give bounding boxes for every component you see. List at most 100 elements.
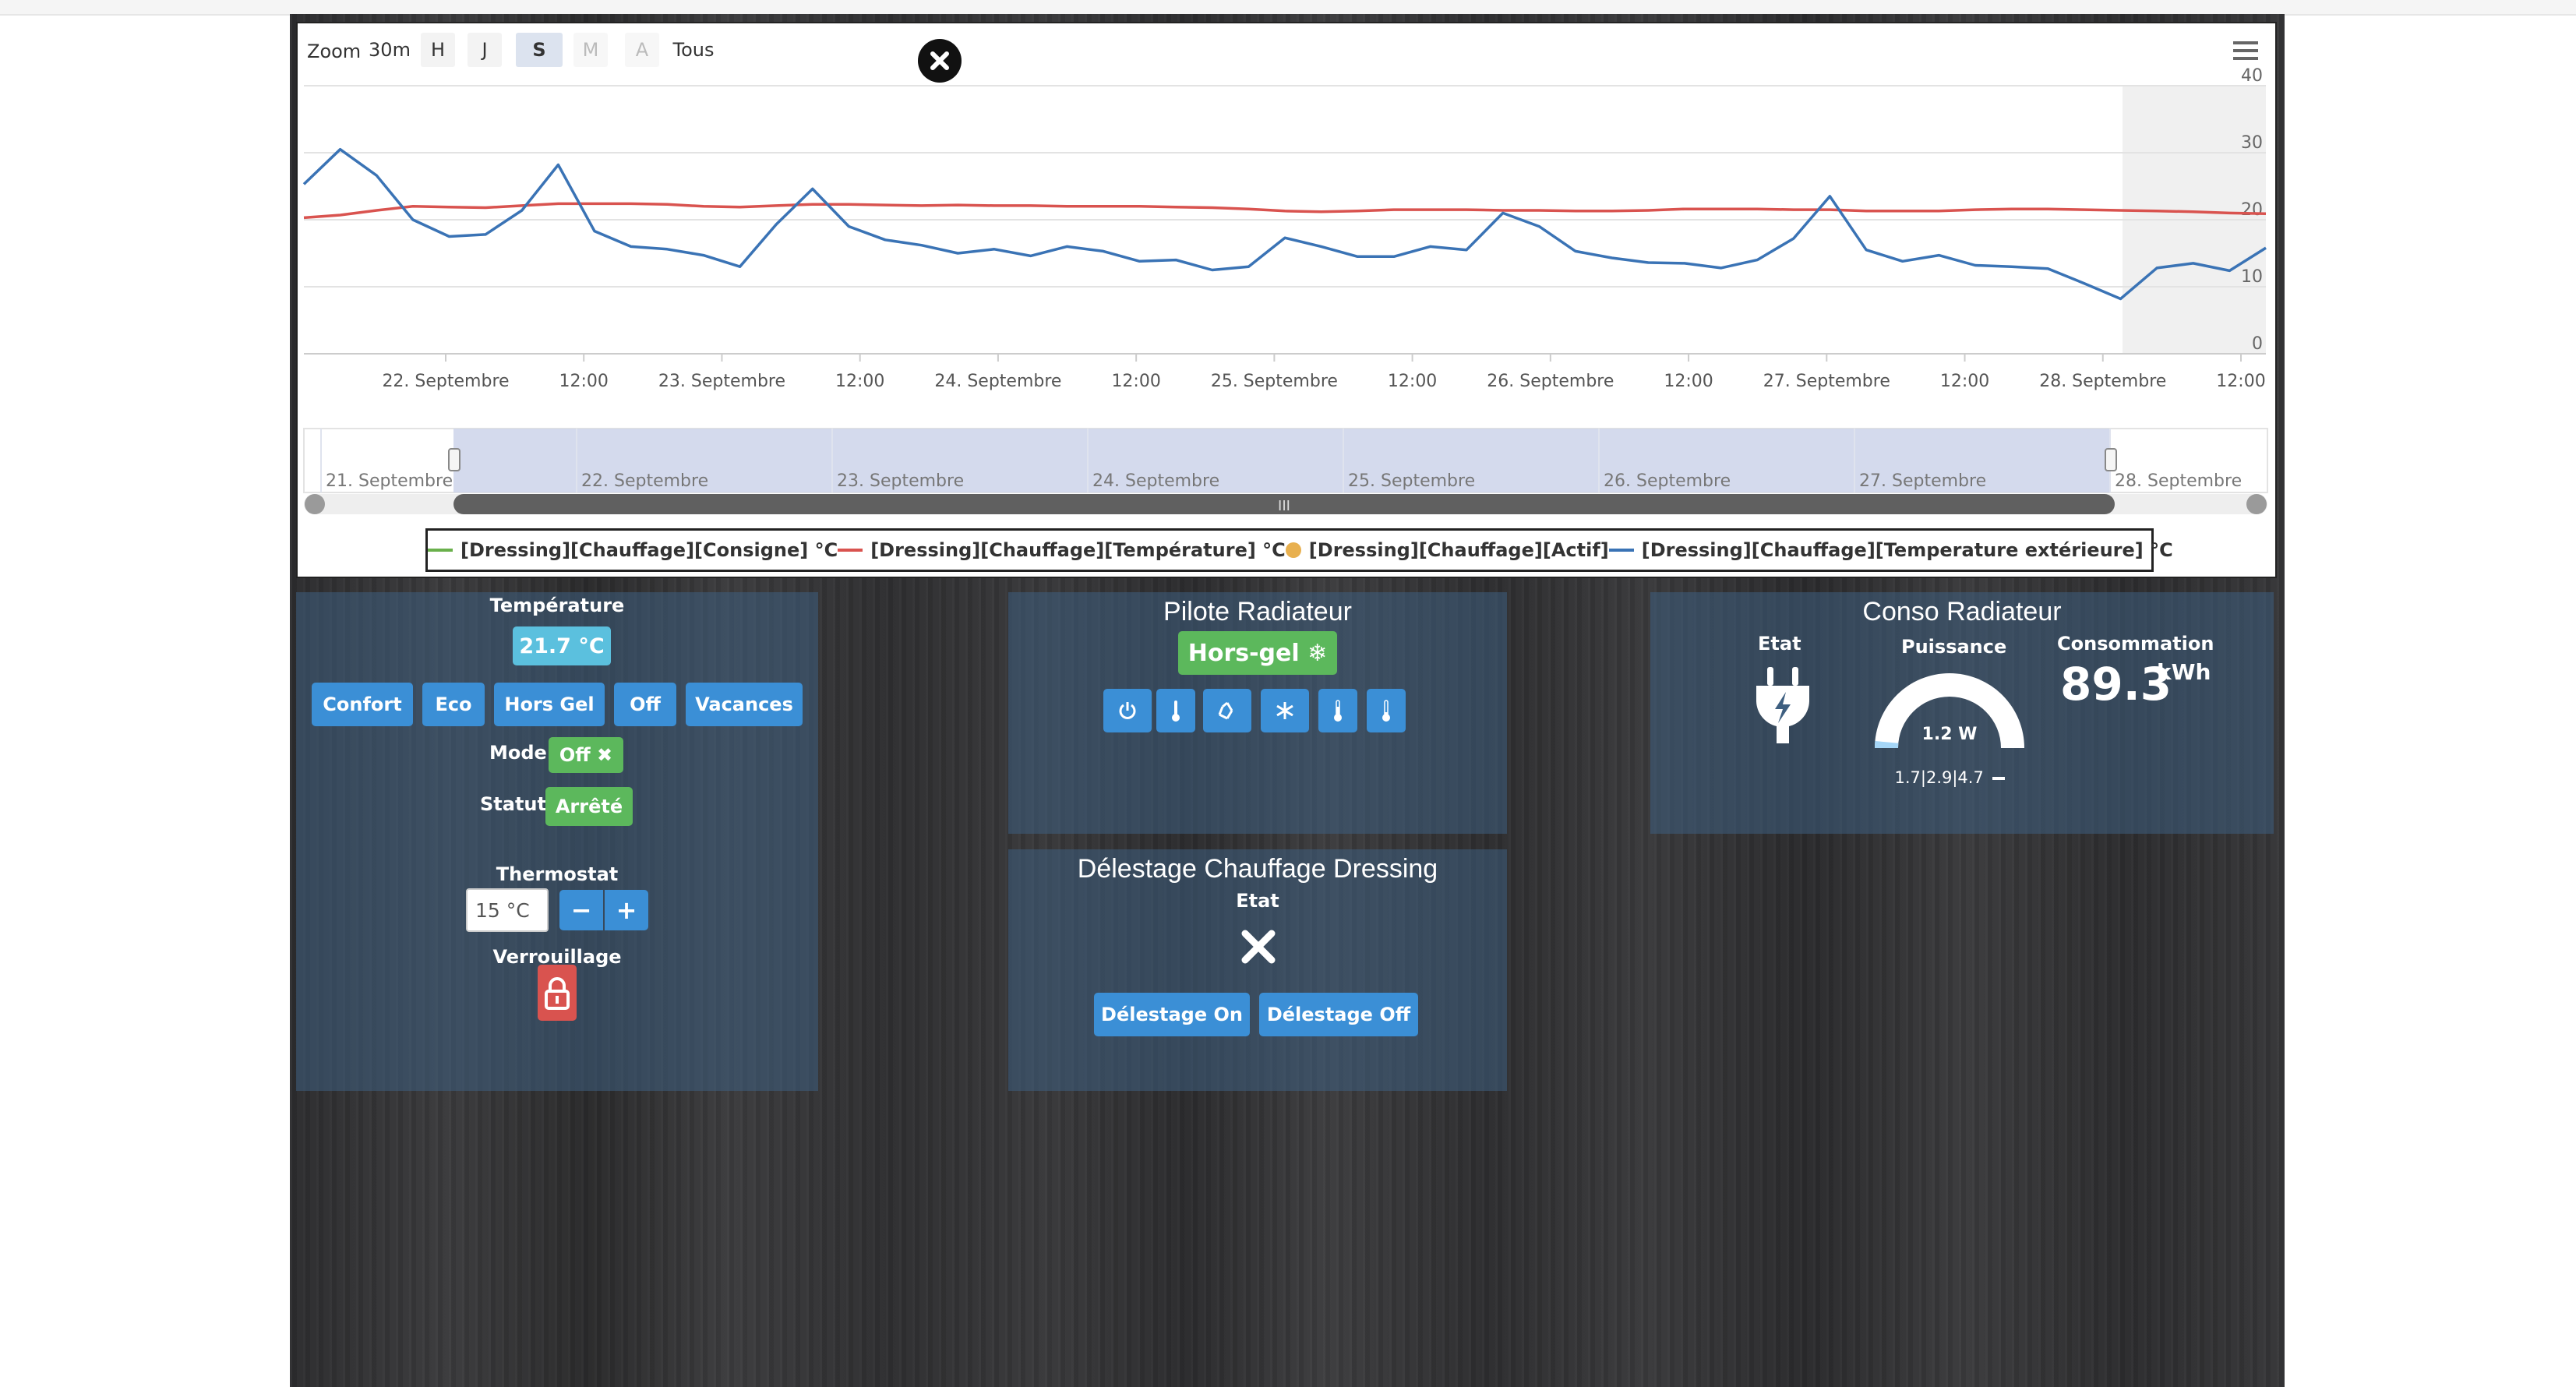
mode-status-badge: Off ✖ [549,737,623,773]
x-tick-label: 23. Septembre [658,372,785,391]
statut-badge: Arrêté [545,787,633,826]
conso-radiateur-panel: Conso Radiateur Etat Puissance 1.2 W 1.7… [1650,592,2274,834]
navigator-label: 21. Septembre [326,471,453,491]
x-tick-label: 27. Septembre [1763,372,1890,391]
pilote-status-badge: Hors-gel ❄ [1178,631,1337,675]
scrollbar-grip: III [1278,498,1290,514]
statut-label: Statut [480,793,546,815]
thermostat-input[interactable]: 15 °C [466,888,549,932]
y-tick-label: 20 [2241,200,2263,220]
navigator-label: 26. Septembre [1604,471,1731,491]
temperature-badge: 21.7 °C [513,626,611,665]
pilote-power-button[interactable] [1103,689,1152,732]
x-tick-label: 12:00 [559,372,609,391]
pilote-confort-2-button[interactable] [1367,689,1406,732]
navigator-label: 27. Septembre [1859,471,1986,491]
thermostat-label: Thermostat [496,863,619,885]
conso-etat-label: Etat [1758,633,1801,655]
legend-line-icon [1608,549,1634,552]
consommation-value: 89.3 [2060,658,2172,711]
plug-icon [1756,667,1809,743]
line-chart: 0 10 20 30 40 22. Septembre 12:00 23. Septembre… [302,66,2268,514]
navigator-right-handle [2105,448,2117,471]
browser-top-strip [0,0,2576,16]
recycle-icon [1218,701,1233,720]
delestage-title: Délestage Chauffage Dressing [1077,854,1438,884]
snowflake-icon [1276,702,1293,719]
y-tick-label: 30 [2241,133,2263,153]
thermometer-low-icon [1382,700,1390,722]
mode-hors-gel-button[interactable]: Hors Gel [494,683,605,726]
series-line-1 [302,147,2267,301]
thermostat-panel: Température 21.7 °C Confort Eco Hors Gel… [296,592,818,1091]
x-tick-label: 12:00 [835,372,884,391]
x-tick-label: 12:00 [1388,372,1437,391]
mode-eco-button[interactable]: Eco [422,683,485,726]
thermometer-half-icon [1334,700,1342,722]
history-chart-popup: Zoom 30m H J S M A Tous 0 10 20 30 40 22. Septembre… [296,22,2277,578]
legend-label: [Dressing][Chauffage][Temperature extéri… [1641,539,2173,561]
navigator-label: 25. Septembre [1348,471,1475,491]
delestage-off-icon [1241,930,1276,964]
legend-label: [Dressing][Chauffage][Actif] [1308,539,1609,561]
x-tick-label: 12:00 [1940,372,1989,391]
delestage-off-button[interactable]: Délestage Off [1259,993,1418,1036]
pilote-eco-button[interactable] [1203,689,1251,732]
legend-item[interactable]: [Dressing][Chauffage][Actif] [1285,539,1609,561]
delestage-etat-label: Etat [1236,890,1279,912]
scroll-left-button [305,494,325,514]
y-tick-label: 10 [2241,267,2263,287]
mode-off-button[interactable]: Off [614,683,676,726]
lock-icon [545,977,570,1010]
navigator-left-handle [448,448,461,471]
gauge-stats: 1.7|2.9|4.7 [1872,768,2027,787]
trend-flat-icon [1992,777,2005,780]
x-tick-label: 26. Septembre [1487,372,1614,391]
thermostat-increase-button[interactable]: + [605,890,648,930]
series-line-0 [303,202,2267,220]
thermostat-decrease-button[interactable]: − [559,890,603,930]
mode-confort-button[interactable]: Confort [312,683,413,726]
temperature-value: 21.7 °C [519,634,605,658]
x-tick-label: 28. Septembre [2039,372,2166,391]
legend-item[interactable]: [Dressing][Chauffage][Température] °C [838,539,1286,561]
legend-dot-icon [1285,542,1301,558]
puissance-label: Puissance [1901,636,2007,658]
thermostat-value: 15 °C [475,898,530,922]
pilote-confort-button[interactable] [1156,689,1195,732]
navigator-label: 28. Septembre [2115,471,2242,491]
gauge-value: 1.2 W [1921,725,1978,744]
legend-line-icon [428,549,453,552]
x-tick-label: 25. Septembre [1211,372,1338,391]
pilote-radiateur-panel: Pilote Radiateur Hors-gel ❄ [1008,592,1507,834]
chart-legend: [Dressing][Chauffage][Consigne] °C [Dress… [425,528,2173,572]
x-tick-label: 12:00 [2216,372,2265,391]
pilote-title: Pilote Radiateur [1163,597,1352,626]
legend-item[interactable]: [Dressing][Chauffage][Temperature extéri… [1608,539,2173,561]
navigator-label: 23. Septembre [837,471,964,491]
x-tick-label: 12:00 [1111,372,1160,391]
mode-vacances-button[interactable]: Vacances [686,683,803,726]
navigator-label: 22. Septembre [581,471,708,491]
legend-line-icon [838,549,863,552]
delestage-on-button[interactable]: Délestage On [1094,993,1250,1036]
lock-toggle-button[interactable] [538,965,577,1021]
pilote-confort-1-button[interactable] [1318,689,1357,732]
thermometer-icon [1172,701,1180,722]
y-tick-label: 40 [2241,66,2263,86]
legend-label: [Dressing][Chauffage][Température] °C [870,539,1286,561]
consommation-label: Consommation [2057,633,2214,655]
y-tick-label: 0 [2252,334,2263,354]
x-tick-label: 12:00 [1664,372,1713,391]
x-tick-label: 24. Septembre [934,372,1061,391]
legend-item[interactable]: [Dressing][Chauffage][Consigne] °C [428,539,838,561]
legend-label: [Dressing][Chauffage][Consigne] °C [461,539,838,561]
mode-label: Mode [489,742,547,764]
scroll-right-button [2246,494,2267,514]
delestage-panel: Délestage Chauffage Dressing Etat Délest… [1008,849,1507,1091]
gauge-stats-text: 1.7|2.9|4.7 [1894,768,1984,787]
power-icon [1119,702,1136,719]
temperature-label: Température [489,595,625,616]
conso-title: Conso Radiateur [1862,597,2062,626]
pilote-hors-gel-button[interactable] [1261,689,1309,732]
